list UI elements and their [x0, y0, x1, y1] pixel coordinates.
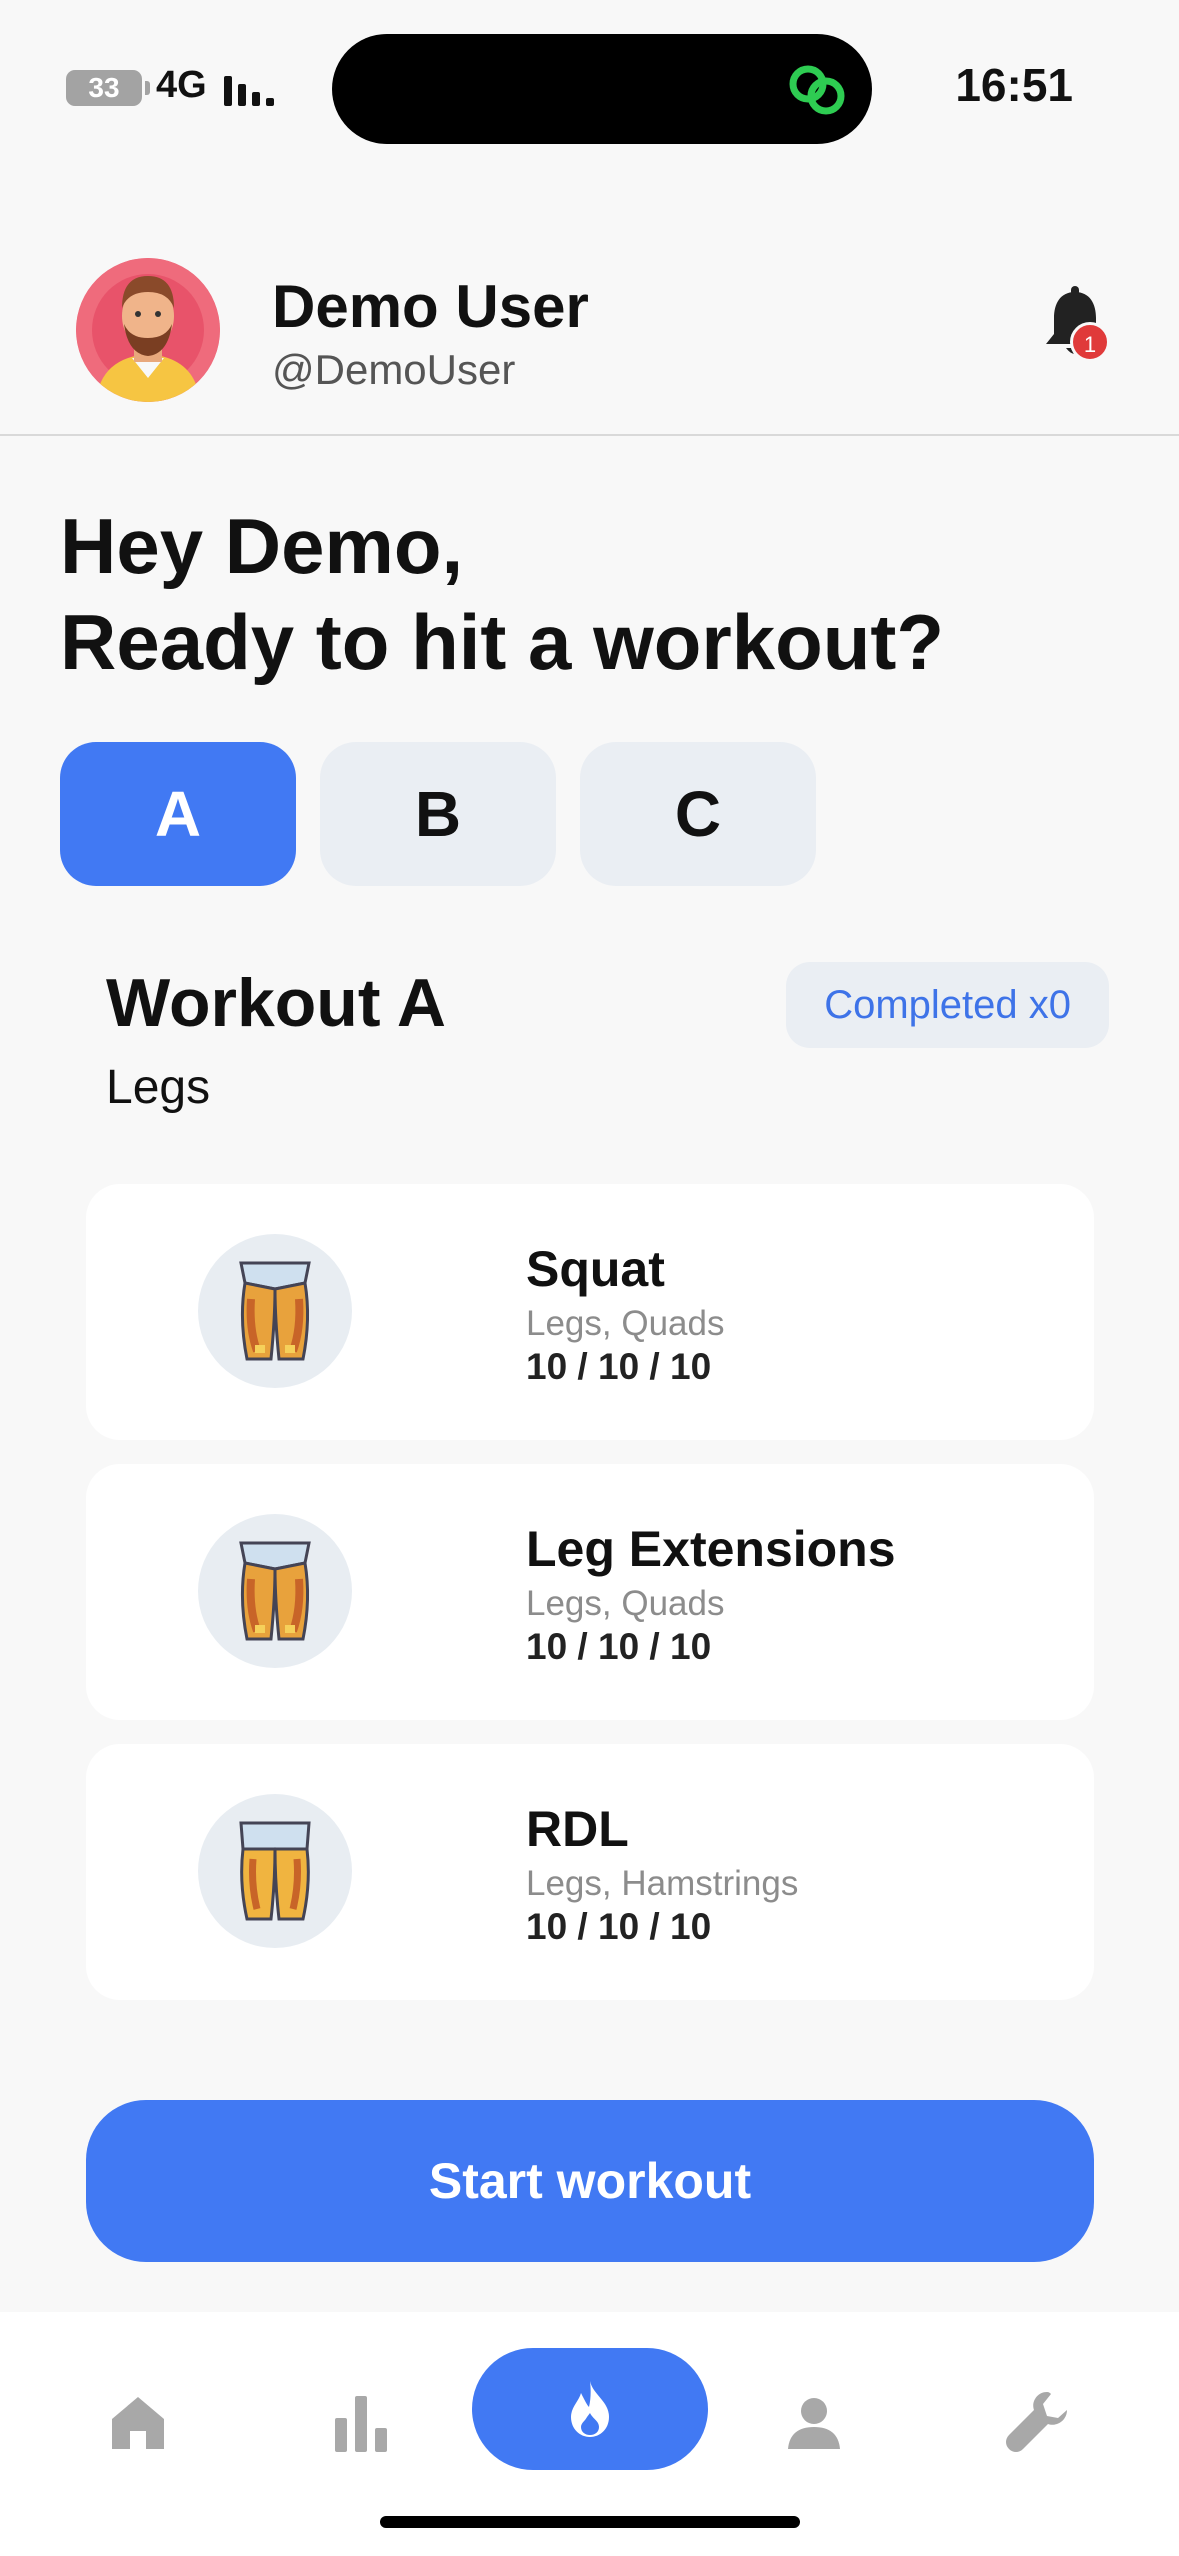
avatar[interactable] — [76, 258, 220, 402]
exercise-muscles: Legs, Hamstrings — [526, 1864, 799, 1903]
exercise-card[interactable]: RDL Legs, Hamstrings 10 / 10 / 10 — [86, 1744, 1094, 2000]
home-indicator — [380, 2516, 800, 2528]
profile-icon[interactable] — [764, 2378, 864, 2468]
exercise-list: Squat Legs, Quads 10 / 10 / 10 Leg Exten… — [86, 1184, 1094, 2024]
exercise-muscles: Legs, Quads — [526, 1304, 725, 1343]
legs-front-icon — [239, 1261, 311, 1361]
link-icon — [789, 65, 845, 115]
user-handle: @DemoUser — [272, 346, 516, 393]
exercise-name: Squat — [526, 1241, 665, 1297]
exercise-card[interactable]: Squat Legs, Quads 10 / 10 / 10 — [86, 1184, 1094, 1440]
workout-subtitle: Legs — [106, 1061, 211, 1114]
exercise-sets: 10 / 10 / 10 — [526, 1906, 712, 1947]
workout-title: Workout A — [106, 965, 446, 1041]
legs-front-icon — [239, 1541, 311, 1641]
start-workout-button[interactable]: Start workout — [86, 2100, 1094, 2262]
user-name: Demo User — [272, 273, 589, 340]
tab-b[interactable]: B — [320, 742, 556, 886]
stats-icon[interactable] — [312, 2378, 412, 2468]
exercise-name: Leg Extensions — [526, 1521, 896, 1577]
status-bar: 33 4G 16:51 — [0, 0, 1179, 150]
exercise-name: RDL — [526, 1801, 629, 1857]
exercise-sets: 10 / 10 / 10 — [526, 1626, 712, 1667]
tab-c[interactable]: C — [580, 742, 816, 886]
battery-indicator: 33 — [66, 70, 150, 106]
dynamic-island — [332, 34, 872, 144]
exercise-icon-container — [198, 1514, 352, 1668]
profile-header: Demo User @DemoUser 1 — [0, 250, 1179, 436]
notification-badge: 1 — [1070, 322, 1110, 362]
flame-icon — [571, 2381, 609, 2437]
exercise-card[interactable]: Leg Extensions Legs, Quads 10 / 10 / 10 — [86, 1464, 1094, 1720]
clock: 16:51 — [955, 59, 1073, 111]
exercise-muscles: Legs, Quads — [526, 1584, 725, 1623]
workout-tabs: A B C — [60, 742, 816, 886]
workout-nav-button[interactable] — [472, 2348, 708, 2470]
home-icon[interactable] — [88, 2378, 188, 2468]
signal-icon — [224, 72, 280, 106]
exercise-icon-container — [198, 1234, 352, 1388]
network-type: 4G — [156, 64, 207, 106]
exercise-sets: 10 / 10 / 10 — [526, 1346, 712, 1387]
greeting-line-2: Ready to hit a workout? — [60, 598, 945, 686]
exercise-icon-container — [198, 1794, 352, 1948]
greeting: Hey Demo, Ready to hit a workout? — [60, 498, 944, 690]
wrench-icon[interactable] — [988, 2378, 1088, 2468]
greeting-line-1: Hey Demo, — [60, 502, 464, 590]
completed-badge: Completed x0 — [786, 962, 1109, 1048]
tab-a[interactable]: A — [60, 742, 296, 886]
legs-back-icon — [239, 1821, 311, 1921]
